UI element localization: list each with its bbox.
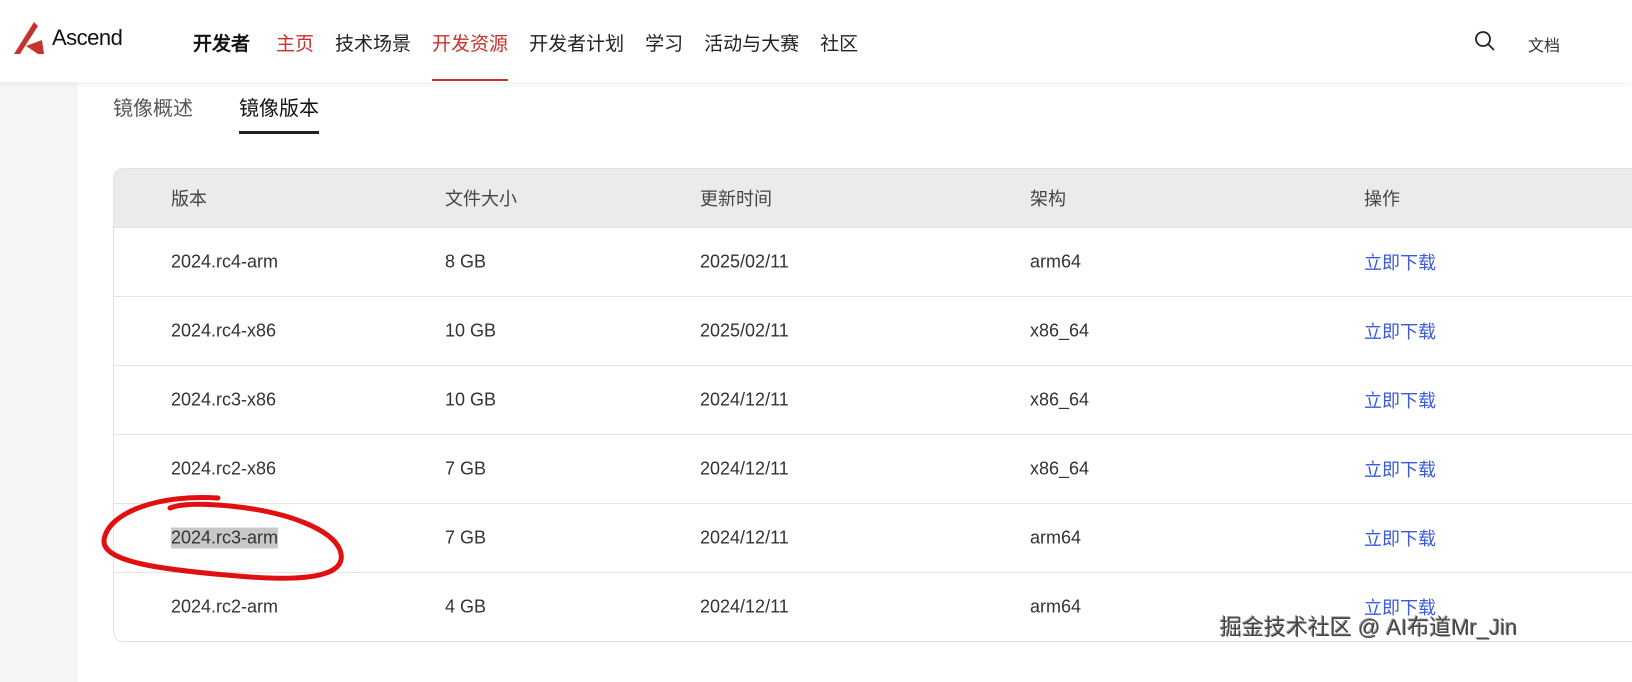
download-link[interactable]: 立即下载 [1364, 456, 1436, 482]
cell-size: 10 GB [445, 389, 497, 410]
table-row: 2024.rc2-x86 7 GB 2024/12/11 x86_64 立即下载 [114, 434, 1632, 503]
nav-community[interactable]: 社区 [820, 29, 858, 56]
top-header: Ascend 开发者 主页 技术场景 开发资源 开发者计划 学习 活动与大赛 社… [0, 0, 1632, 82]
logo-text: Ascend [52, 25, 123, 50]
nav-dev-resources[interactable]: 开发资源 [432, 29, 509, 81]
cell-arch: x86_64 [1030, 320, 1090, 341]
cell-arch: x86_64 [1030, 389, 1090, 410]
ascend-logo-icon [14, 22, 44, 54]
table-row: 2024.rc4-x86 10 GB 2025/02/11 x86_64 立即下载 [114, 296, 1632, 365]
nav-tech-scenarios[interactable]: 技术场景 [335, 29, 411, 56]
cell-size: 7 GB [445, 458, 487, 479]
download-link[interactable]: 立即下载 [1364, 249, 1436, 275]
nav-brand[interactable]: 开发者 [193, 29, 250, 56]
col-version: 版本 [171, 189, 207, 209]
cell-size: 7 GB [445, 527, 487, 548]
search-icon[interactable] [1474, 30, 1496, 52]
versions-table: 版本 文件大小 更新时间 架构 操作 2024.rc4-arm 8 GB 2025/… [113, 168, 1632, 642]
table-row: 2024.rc4-arm 8 GB 2025/02/11 arm64 立即下载 [114, 227, 1632, 296]
download-link[interactable]: 立即下载 [1364, 525, 1436, 551]
watermark: 掘金技术社区 @ AI布道Mr_Jin [1220, 615, 1518, 640]
nav-home[interactable]: 主页 [276, 29, 314, 56]
nav-events[interactable]: 活动与大赛 [704, 29, 799, 56]
cell-updated: 2025/02/11 [700, 251, 789, 272]
table-header: 版本 文件大小 更新时间 架构 操作 [114, 169, 1632, 227]
ascend-logo[interactable]: Ascend [12, 20, 123, 56]
cell-version: 2024.rc4-x86 [171, 320, 277, 341]
cell-updated: 2025/02/11 [700, 320, 789, 341]
cell-version: 2024.rc3-arm [171, 527, 279, 549]
cell-version: 2024.rc4-arm [171, 251, 279, 272]
cell-version: 2024.rc2-arm [171, 596, 279, 617]
cell-updated: 2024/12/11 [700, 389, 789, 410]
cell-size: 8 GB [445, 251, 487, 272]
nav-dev-program[interactable]: 开发者计划 [529, 29, 624, 56]
cell-version: 2024.rc2-x86 [171, 458, 277, 479]
tab-image-overview[interactable]: 镜像概述 [113, 92, 193, 134]
col-arch: 架构 [1030, 189, 1066, 209]
cell-arch: arm64 [1030, 251, 1082, 272]
cell-updated: 2024/12/11 [700, 527, 789, 548]
cell-arch: arm64 [1030, 527, 1082, 548]
table-row: 2024.rc3-arm 7 GB 2024/12/11 arm64 立即下载 [114, 503, 1632, 572]
image-tabs: 镜像概述 镜像版本 [113, 92, 365, 134]
cell-updated: 2024/12/11 [700, 596, 789, 617]
nav-learning[interactable]: 学习 [645, 29, 683, 56]
col-action: 操作 [1364, 189, 1400, 209]
col-size: 文件大小 [445, 189, 517, 209]
table-row: 2024.rc3-x86 10 GB 2024/12/11 x86_64 立即下载 [114, 365, 1632, 434]
download-link[interactable]: 立即下载 [1364, 387, 1436, 413]
docs-link[interactable]: 文档 [1528, 32, 1560, 56]
cell-arch: x86_64 [1030, 458, 1090, 479]
tab-image-versions[interactable]: 镜像版本 [239, 92, 319, 134]
cell-updated: 2024/12/11 [700, 458, 789, 479]
cell-size: 4 GB [445, 596, 487, 617]
cell-size: 10 GB [445, 320, 497, 341]
main-nav: 开发者 主页 技术场景 开发资源 开发者计划 学习 活动与大赛 社区 [193, 29, 879, 81]
download-link[interactable]: 立即下载 [1364, 318, 1436, 344]
col-updated: 更新时间 [700, 189, 772, 209]
left-sidebar [0, 82, 78, 682]
cell-version: 2024.rc3-x86 [171, 389, 277, 410]
cell-arch: arm64 [1030, 596, 1082, 617]
